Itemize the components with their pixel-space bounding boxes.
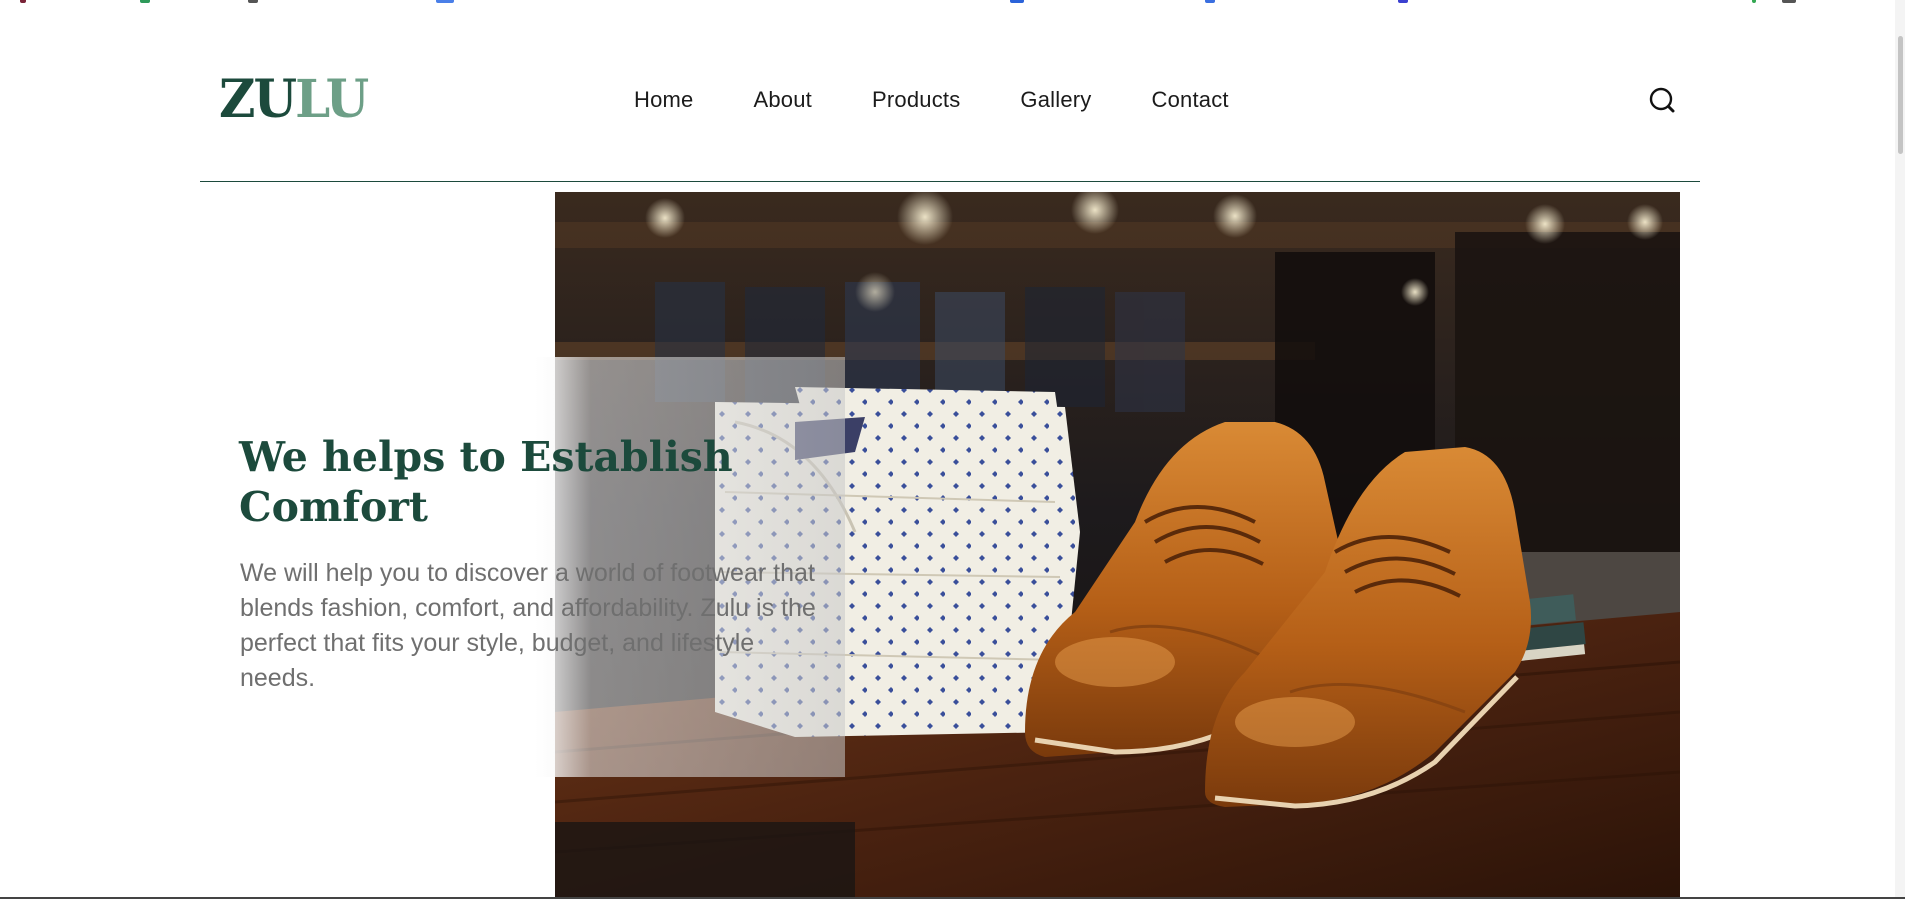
hero-title: We helps to Establish Comfort: [239, 433, 733, 531]
search-button[interactable]: [1648, 86, 1678, 116]
nav-contact[interactable]: Contact: [1152, 86, 1229, 114]
bookmarks-bar-edge: [0, 0, 1905, 4]
logo-text-secondary: LU: [295, 69, 369, 130]
search-icon: [1649, 87, 1675, 113]
nav-gallery[interactable]: Gallery: [1020, 86, 1091, 114]
header-divider: [200, 181, 1700, 182]
page: ZULU Home About Products Gallery Contact: [0, 0, 1905, 899]
nav-home[interactable]: Home: [634, 86, 694, 114]
hero-description: We will help you to discover a world of …: [240, 559, 816, 692]
scrollbar-thumb[interactable]: [1898, 36, 1903, 154]
nav-products[interactable]: Products: [872, 86, 960, 114]
zulu-logo[interactable]: ZULU: [219, 69, 369, 130]
nav-about[interactable]: About: [754, 86, 813, 114]
page-scrollbar[interactable]: [1895, 0, 1905, 899]
main-nav: Home About Products Gallery Contact: [634, 86, 1229, 114]
logo-text-primary: ZU: [219, 69, 297, 130]
